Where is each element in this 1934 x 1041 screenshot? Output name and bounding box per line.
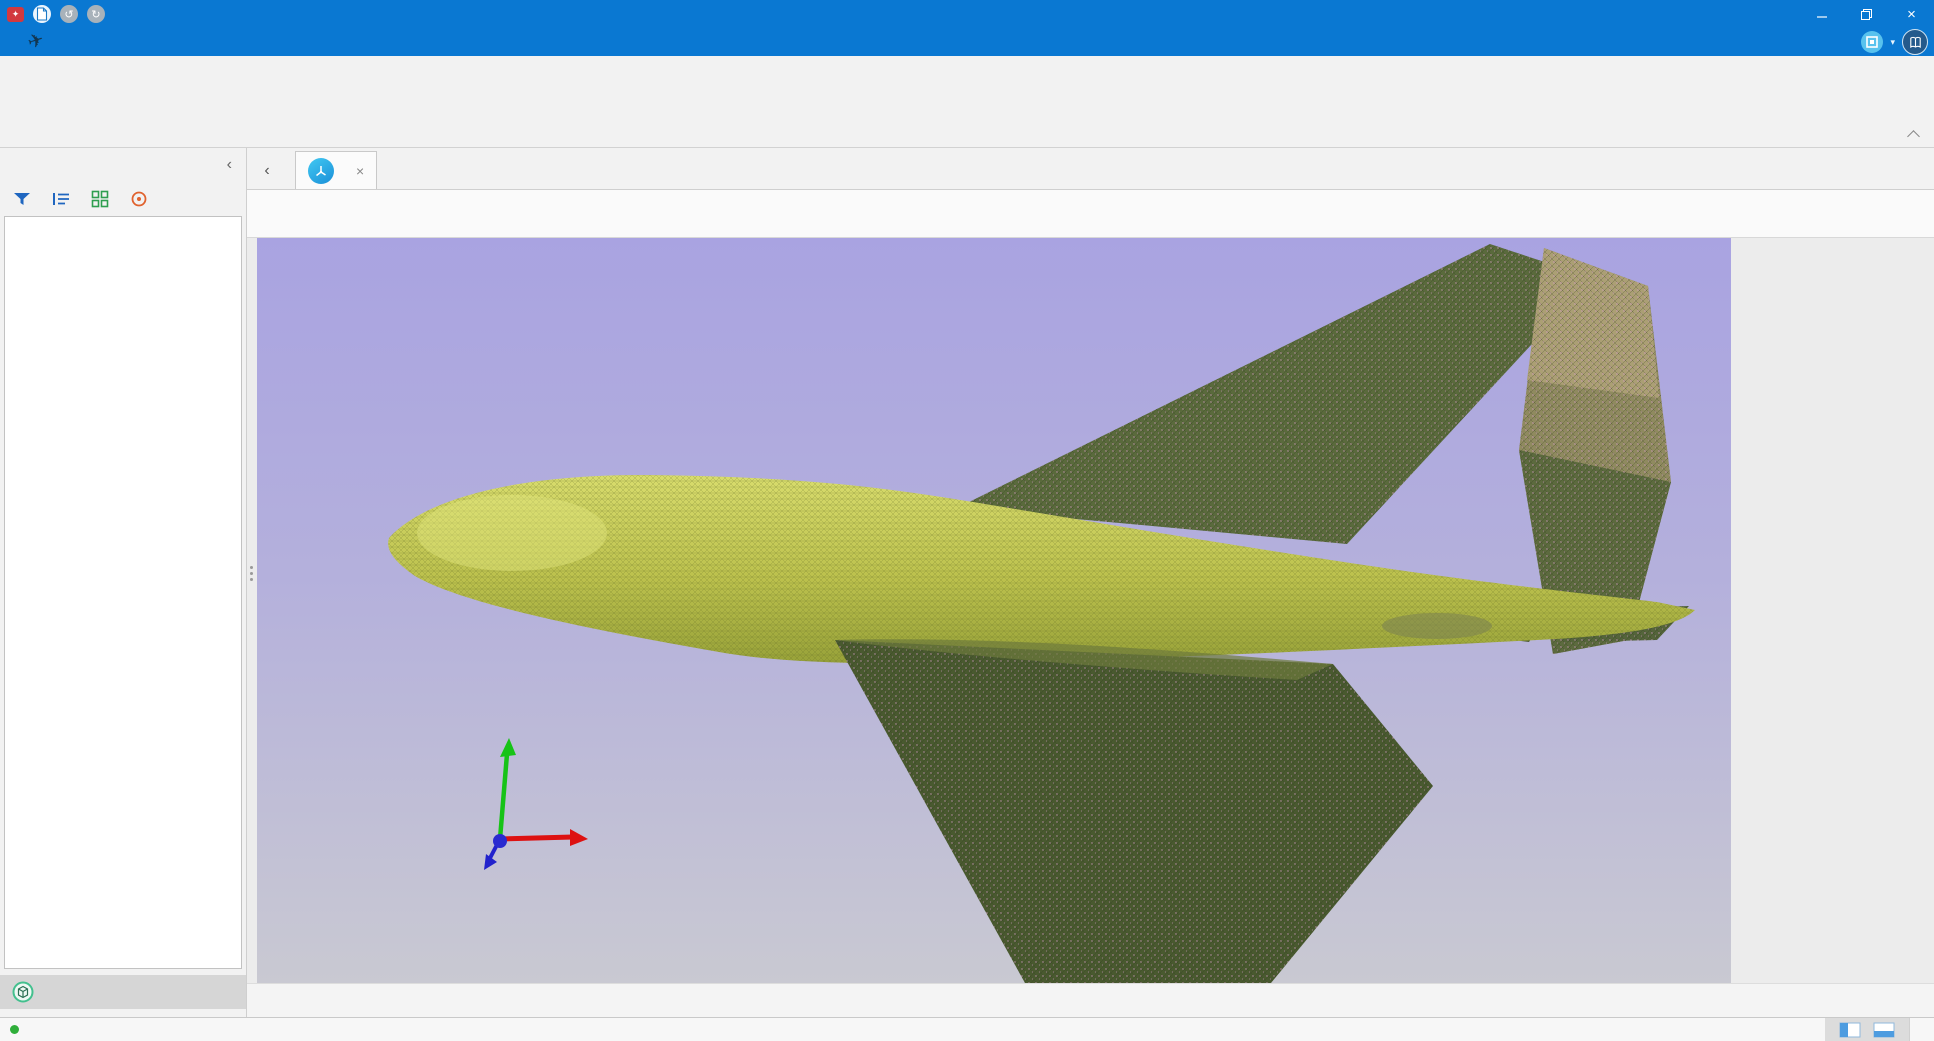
near-wing [835, 639, 1433, 983]
filter-button[interactable] [10, 187, 34, 211]
project-tree [4, 216, 242, 969]
content: ‹ ‹ × [0, 148, 1934, 1017]
layout-left-panel-icon[interactable] [1839, 1022, 1861, 1038]
status-indicator [0, 1025, 26, 1034]
redo-button[interactable]: ↻ [87, 5, 105, 23]
locate-button[interactable] [127, 187, 151, 211]
help-manual-button[interactable] [1902, 29, 1928, 55]
titlebar: ✦ ↺ ↻ × [0, 0, 1934, 28]
panel-toolbar [0, 182, 246, 216]
axis-triad [484, 738, 588, 870]
tab-close-icon[interactable]: × [356, 163, 364, 179]
undo-icon: ↺ [64, 8, 73, 21]
aircraft-mesh-render [257, 238, 1731, 983]
new-file-button[interactable] [33, 5, 51, 23]
menubar-right: ▾ [1861, 28, 1928, 56]
tabbar: ‹ × [247, 148, 1934, 190]
app-icon: ✦ [12, 9, 20, 20]
list-view-button[interactable] [49, 187, 73, 211]
viewport-3d[interactable] [257, 238, 1731, 983]
menubar: ✈ ▾ [0, 28, 1934, 56]
quick-access-toolbar: ✦ ↺ ↻ [7, 5, 105, 23]
tab-scroll-left-button[interactable]: ‹ [253, 156, 281, 186]
minimize-button[interactable] [1799, 0, 1844, 28]
splitter-grip-icon [250, 566, 253, 581]
redo-icon: ↻ [91, 8, 100, 21]
layout-bottom-panel-icon[interactable] [1873, 1022, 1895, 1038]
close-icon: × [1907, 6, 1916, 23]
panel-header: ‹ [0, 148, 246, 182]
company-label [1909, 1018, 1934, 1041]
statusbar [0, 1017, 1934, 1041]
window-controls: × [1799, 0, 1934, 28]
target-icon [130, 190, 148, 208]
layout-toggle-group [1825, 1018, 1909, 1041]
tab-axes-icon [308, 158, 334, 184]
view-row [247, 238, 1934, 983]
viewport-right-fill [1731, 238, 1934, 983]
file-icon [36, 7, 48, 21]
display-mode-icon [1866, 36, 1878, 48]
list-icon [51, 191, 71, 207]
chevron-down-icon[interactable]: ▾ [1890, 37, 1895, 48]
statusbar-right [1825, 1018, 1934, 1041]
panel-splitter[interactable] [247, 238, 257, 983]
app-logo-button[interactable]: ✦ [7, 7, 24, 22]
grid-squares-icon [91, 190, 109, 208]
panel-collapse-button[interactable]: ‹ [223, 156, 236, 174]
view-toolbar [247, 190, 1934, 238]
ribbon [0, 56, 1934, 148]
quick-display-button[interactable] [1861, 31, 1883, 53]
undo-button[interactable]: ↺ [60, 5, 78, 23]
chevron-up-icon [1907, 130, 1920, 143]
panel-footer-tab[interactable] [0, 975, 246, 1009]
close-button[interactable]: × [1889, 0, 1934, 28]
maximize-button[interactable] [1844, 0, 1889, 28]
far-wing [957, 244, 1593, 544]
ribbon-collapse-button[interactable] [1909, 132, 1918, 141]
minimize-icon [1817, 9, 1827, 19]
app-airplane-logo: ✈ [0, 27, 72, 55]
maximize-icon [1861, 9, 1872, 20]
cube-icon [12, 981, 34, 1003]
message-bar [247, 983, 1934, 1017]
tab-3d-view[interactable]: × [295, 151, 377, 189]
grid-view-button[interactable] [88, 187, 112, 211]
window-title [0, 0, 1934, 28]
workspace: ‹ × [247, 148, 1934, 1017]
status-dot-icon [10, 1025, 19, 1034]
project-info-panel: ‹ [0, 148, 247, 1017]
filter-icon [12, 190, 32, 208]
manual-book-icon [1909, 36, 1922, 49]
